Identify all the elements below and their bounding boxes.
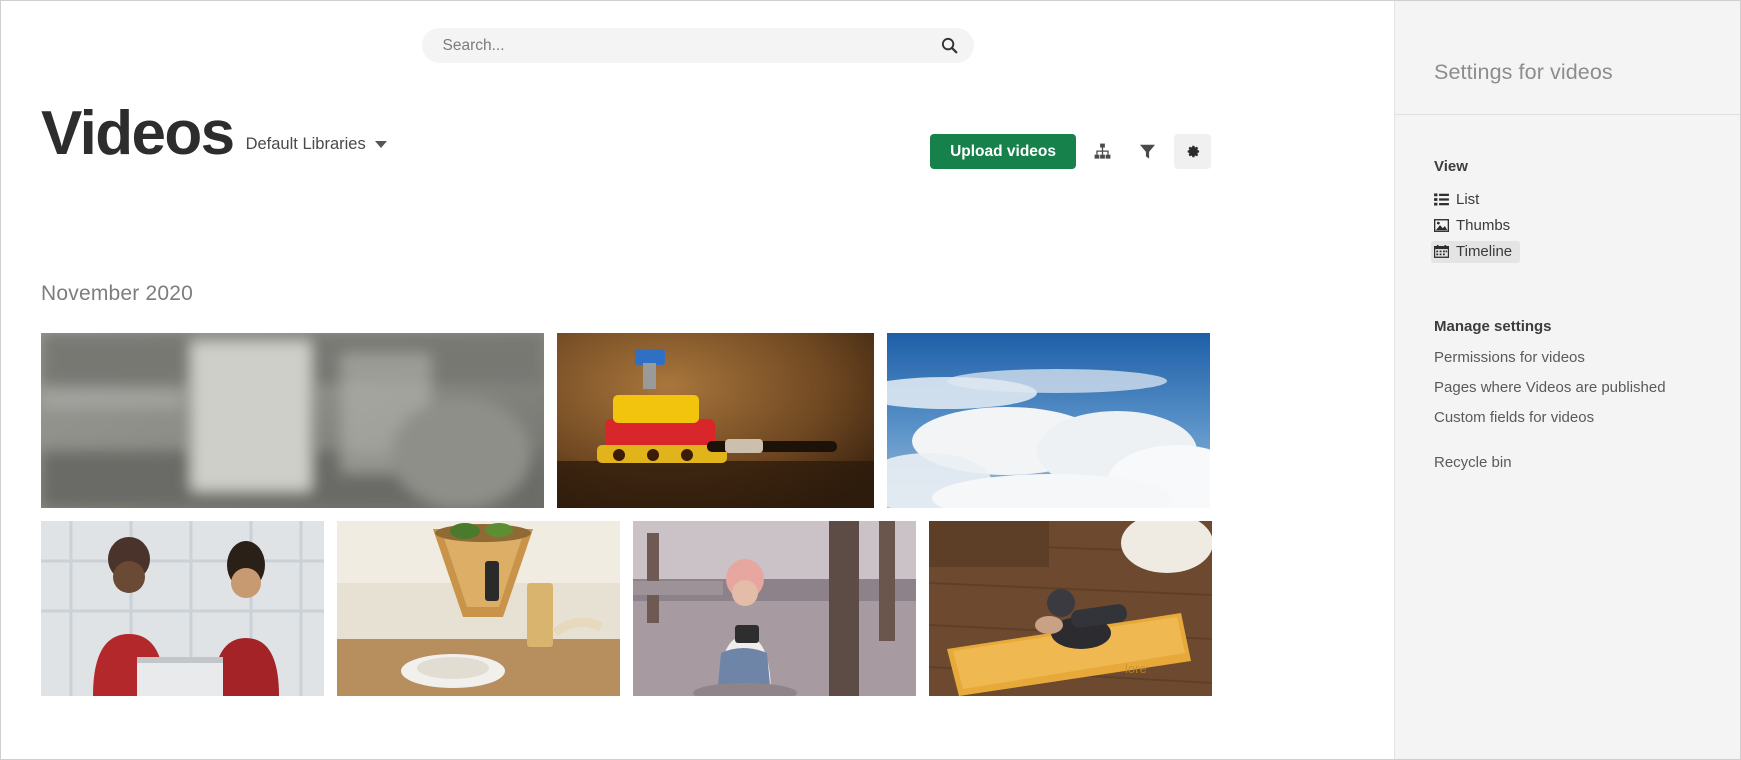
- view-option-label: Timeline: [1456, 243, 1513, 260]
- sitemap-button[interactable]: [1084, 134, 1121, 169]
- manage-settings-heading: Manage settings: [1434, 318, 1552, 335]
- thumbnail-image: [633, 521, 916, 696]
- thumb-lego-sprinkler[interactable]: [557, 333, 874, 508]
- thumbnail-image: [337, 521, 620, 696]
- thumbnail-image: [557, 333, 874, 508]
- link-recycle-bin[interactable]: Recycle bin: [1434, 454, 1724, 471]
- thumb-two-women-meeting[interactable]: [41, 521, 324, 696]
- settings-gear-button[interactable]: [1174, 134, 1211, 169]
- calendar-icon: [1433, 244, 1449, 259]
- sidebar-title: Settings for videos: [1434, 60, 1613, 84]
- sidebar-divider: [1395, 114, 1740, 115]
- thumb-whiteboard-grayscale[interactable]: [41, 333, 544, 508]
- link-custom-fields-for-videos[interactable]: Custom fields for videos: [1434, 409, 1724, 426]
- view-section-heading: View: [1434, 158, 1468, 175]
- thumbnail-grid: lore: [41, 333, 1212, 709]
- search-bar-container: [1, 1, 1394, 83]
- view-option-list[interactable]: List: [1431, 189, 1487, 211]
- thumbnail-row: lore: [41, 521, 1212, 696]
- main-content-pane: Videos Default Libraries Upload videos: [1, 1, 1394, 759]
- view-section: View List Thumbs Timeline: [1431, 158, 1724, 267]
- search-input[interactable]: [421, 28, 974, 63]
- search-box[interactable]: [421, 28, 974, 63]
- sitemap-icon: [1094, 143, 1111, 159]
- upload-videos-button[interactable]: Upload videos: [930, 134, 1076, 169]
- image-icon: [1433, 218, 1449, 233]
- view-option-timeline[interactable]: Timeline: [1431, 241, 1521, 263]
- thumb-kitchen-salad[interactable]: [337, 521, 620, 696]
- search-icon: [941, 37, 958, 54]
- thumb-clouds-sky[interactable]: [887, 333, 1210, 508]
- app-window: Videos Default Libraries Upload videos: [0, 0, 1741, 760]
- gear-icon: [1187, 145, 1200, 158]
- link-permissions-for-videos[interactable]: Permissions for videos: [1434, 349, 1724, 366]
- search-submit-button[interactable]: [936, 32, 964, 60]
- filter-icon: [1139, 144, 1156, 159]
- settings-sidebar: Settings for videos View List Thumbs Tim…: [1394, 1, 1740, 759]
- link-pages-where-videos-published[interactable]: Pages where Videos are published: [1434, 379, 1724, 396]
- filter-button[interactable]: [1129, 134, 1166, 169]
- thumbnail-image: lore: [929, 521, 1212, 696]
- thumb-yoga-mat-stretch[interactable]: lore: [929, 521, 1212, 696]
- thumb-woman-camera-park[interactable]: [633, 521, 916, 696]
- month-group-header: November 2020: [41, 282, 194, 305]
- library-selector-label: Default Libraries: [245, 135, 366, 153]
- view-option-label: List: [1456, 191, 1480, 208]
- library-selector[interactable]: Default Libraries: [246, 135, 387, 154]
- svg-text:lore: lore: [1125, 661, 1147, 676]
- view-option-thumbs[interactable]: Thumbs: [1431, 215, 1518, 237]
- thumbnail-image: [887, 333, 1210, 508]
- chevron-down-icon: [374, 141, 387, 148]
- view-option-label: Thumbs: [1456, 217, 1511, 234]
- thumbnail-row: [41, 333, 1210, 508]
- thumbnail-image: [41, 521, 324, 696]
- manage-settings-section: Manage settings Permissions for videos P…: [1434, 318, 1724, 484]
- header-actions: Upload videos: [930, 134, 1211, 169]
- list-icon: [1433, 192, 1449, 207]
- page-title: Videos: [41, 99, 235, 168]
- thumbnail-image: [41, 333, 544, 508]
